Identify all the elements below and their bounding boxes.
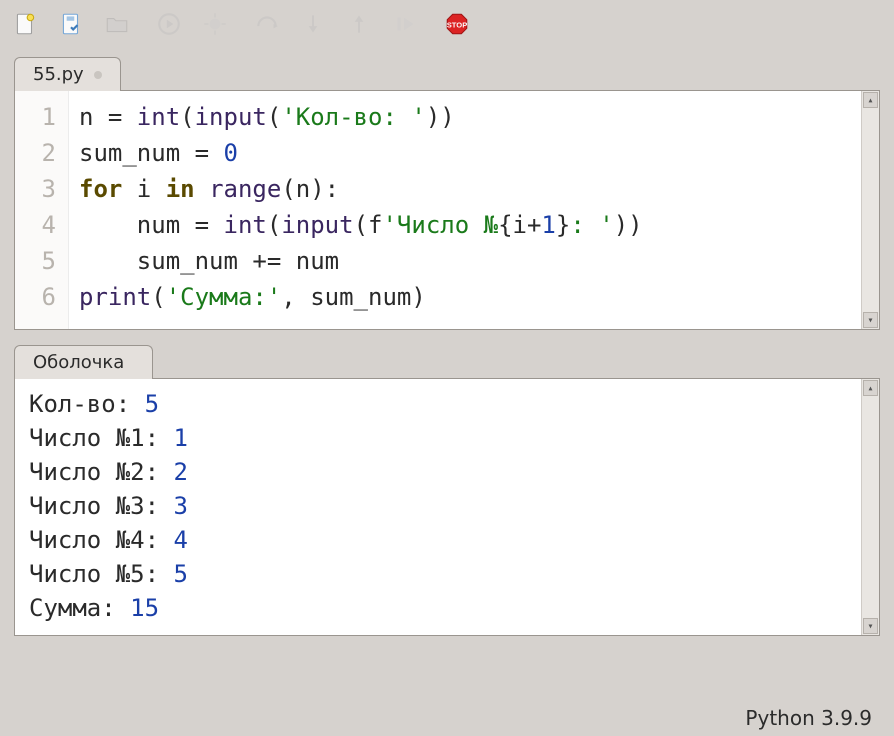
tab-close-icon[interactable] [94,71,102,79]
status-python-version: Python 3.9.9 [745,706,872,730]
shell-scrollbar[interactable]: ▴ ▾ [861,379,879,635]
line-number: 2 [15,135,56,171]
shell-output[interactable]: Кол-во: 5Число №1: 1Число №2: 2Число №3:… [14,378,880,636]
line-number: 1 [15,99,56,135]
shell-area[interactable]: Кол-во: 5Число №1: 1Число №2: 2Число №3:… [15,379,861,635]
shell-line: Сумма: 15 [29,591,847,625]
line-number: 5 [15,243,56,279]
code-area[interactable]: n = int(input('Кол-во: '))sum_num = 0for… [69,91,861,329]
line-number: 4 [15,207,56,243]
shell-line: Число №1: 1 [29,421,847,455]
code-line[interactable]: sum_num = 0 [79,135,851,171]
code-editor[interactable]: 123456 n = int(input('Кол-во: '))sum_num… [14,90,880,330]
shell-line: Число №3: 3 [29,489,847,523]
resume-icon[interactable] [390,9,420,39]
scroll-down-icon[interactable]: ▾ [863,618,878,634]
shell-line: Число №4: 4 [29,523,847,557]
new-file-icon[interactable] [10,9,40,39]
svg-text:STOP: STOP [447,20,468,29]
shell-tab[interactable]: Оболочка [14,345,153,379]
line-number: 3 [15,171,56,207]
shell-line: Число №5: 5 [29,557,847,591]
code-line[interactable]: num = int(input(f'Число №{i+1}: ')) [79,207,851,243]
shell-panel: Оболочка Кол-во: 5Число №1: 1Число №2: 2… [14,344,880,636]
shell-tab-label: Оболочка [33,352,124,373]
folder-icon[interactable] [102,9,132,39]
editor-scrollbar[interactable]: ▴ ▾ [861,91,879,329]
stop-icon[interactable]: STOP [442,9,472,39]
editor-panel: 55.py 123456 n = int(input('Кол-во: '))s… [14,56,880,330]
code-line[interactable]: for i in range(n): [79,171,851,207]
debug-icon[interactable] [200,9,230,39]
line-gutter: 123456 [15,91,69,329]
line-number: 6 [15,279,56,315]
editor-tab-label: 55.py [33,64,84,85]
step-into-icon[interactable] [298,9,328,39]
code-line[interactable]: n = int(input('Кол-во: ')) [79,99,851,135]
toolbar: STOP [0,0,894,48]
step-out-icon[interactable] [344,9,374,39]
shell-line: Число №2: 2 [29,455,847,489]
run-icon[interactable] [154,9,184,39]
code-line[interactable]: sum_num += num [79,243,851,279]
code-line[interactable]: print('Сумма:', sum_num) [79,279,851,315]
shell-line: Кол-во: 5 [29,387,847,421]
save-icon[interactable] [56,9,86,39]
step-over-icon[interactable] [252,9,282,39]
scroll-up-icon[interactable]: ▴ [863,380,878,396]
scroll-down-icon[interactable]: ▾ [863,312,878,328]
scroll-up-icon[interactable]: ▴ [863,92,878,108]
editor-tab[interactable]: 55.py [14,57,121,91]
